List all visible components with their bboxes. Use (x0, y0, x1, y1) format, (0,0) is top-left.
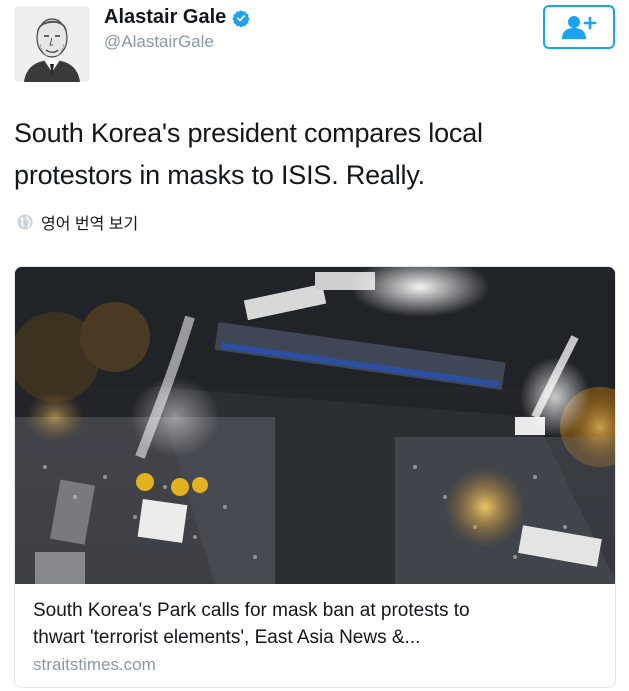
card-title-line-1: South Korea's Park calls for mask ban at… (33, 600, 470, 621)
tweet-text: South Korea's president compares local p… (14, 112, 594, 196)
card-domain: straitstimes.com (33, 655, 156, 674)
author-handle[interactable]: @AlastairGale (104, 32, 214, 52)
card-title[interactable]: South Korea's Park calls for mask ban at… (33, 597, 603, 651)
avatar[interactable] (14, 6, 90, 82)
author-name-row: Alastair Gale (104, 6, 250, 29)
portrait-sketch-avatar (14, 6, 90, 82)
link-preview-card[interactable]: South Korea's Park calls for mask ban at… (14, 266, 616, 688)
globe-icon (17, 214, 33, 230)
follow-button[interactable] (543, 5, 615, 49)
tweet-text-line-1: South Korea's president compares local (14, 118, 483, 148)
card-title-line-2: thwart 'terrorist elements', East Asia N… (33, 627, 421, 648)
add-user-icon (562, 16, 597, 39)
author-display-name[interactable]: Alastair Gale (104, 6, 226, 29)
translate-label: 영어 번역 보기 (41, 216, 139, 233)
translate-tweet-link[interactable]: 영어 번역 보기 (16, 210, 138, 234)
card-image[interactable] (15, 267, 615, 584)
tweet-header: Alastair Gale @AlastairGale (0, 0, 629, 90)
tweet-text-line-2: protestors in masks to ISIS. Really. (14, 160, 425, 190)
verified-badge-icon (232, 9, 250, 28)
night-protest-water-cannon-photo (15, 267, 615, 584)
